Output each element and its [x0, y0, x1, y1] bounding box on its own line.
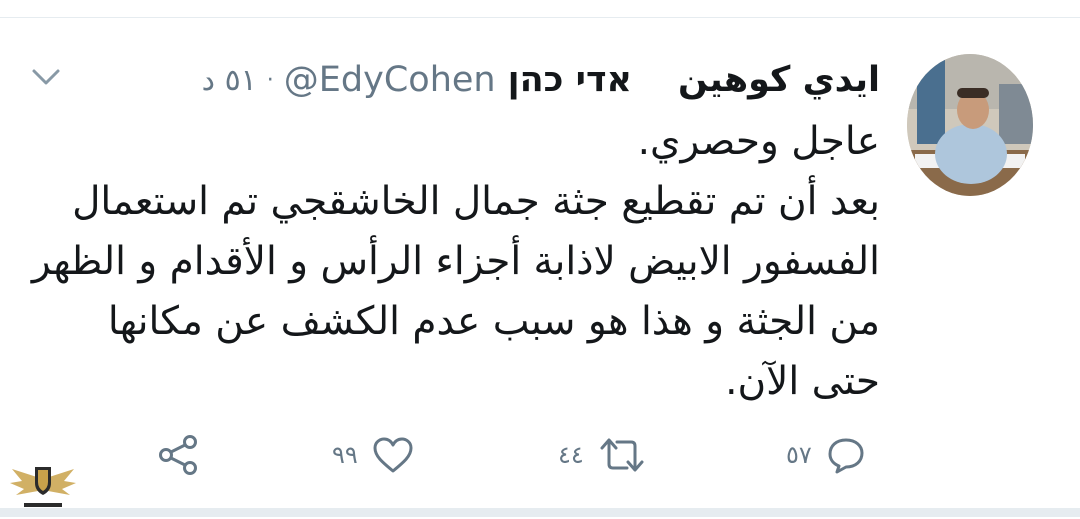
like-count: ٩٩	[332, 441, 358, 469]
share-button[interactable]	[157, 434, 201, 476]
tweet-line: بعد أن تم تقطيع جثة جمال الخاشقجي تم است…	[72, 179, 880, 224]
like-button[interactable]: ٩٩	[332, 434, 414, 476]
tweet-line: من الجثة و هذا هو سبب عدم الكشف عن مكانه…	[107, 299, 880, 344]
author-handle[interactable]: @EdyCohen	[284, 60, 496, 100]
retweet-icon	[600, 438, 644, 472]
tweet-line: الفسفور الابيض لاذابة أجزاء الرأس و الأق…	[31, 239, 880, 284]
tweet-time[interactable]: ٥١ د	[202, 63, 257, 98]
reply-icon	[828, 438, 864, 474]
top-divider	[0, 17, 1080, 18]
avatar-photo	[907, 54, 1033, 196]
tweet-line: حتى الآن.	[725, 359, 880, 404]
reply-button[interactable]: ٥٧	[786, 434, 866, 476]
share-icon	[159, 435, 197, 475]
retweet-count: ٤٤	[558, 441, 584, 469]
separator-dot: ·	[266, 67, 274, 93]
forum-watermark-logo	[8, 459, 78, 515]
tweet-header: ايدي كوهين אדי כהן @EdyCohen · ٥١ د	[202, 56, 880, 104]
retweet-button[interactable]: ٤٤	[558, 434, 646, 476]
heart-icon	[373, 437, 413, 473]
author-name-arabic[interactable]: ايدي كوهين	[678, 60, 880, 100]
reply-count: ٥٧	[786, 441, 812, 469]
chevron-down-icon[interactable]	[30, 66, 62, 88]
tweet-text: عاجل وحصري. بعد أن تم تقطيع جثة جمال الخ…	[30, 112, 880, 412]
tweet-line: عاجل وحصري.	[637, 119, 880, 164]
bottom-divider	[0, 508, 1080, 517]
author-name-hebrew[interactable]: אדי כהן	[508, 60, 632, 100]
avatar[interactable]	[907, 54, 1033, 196]
